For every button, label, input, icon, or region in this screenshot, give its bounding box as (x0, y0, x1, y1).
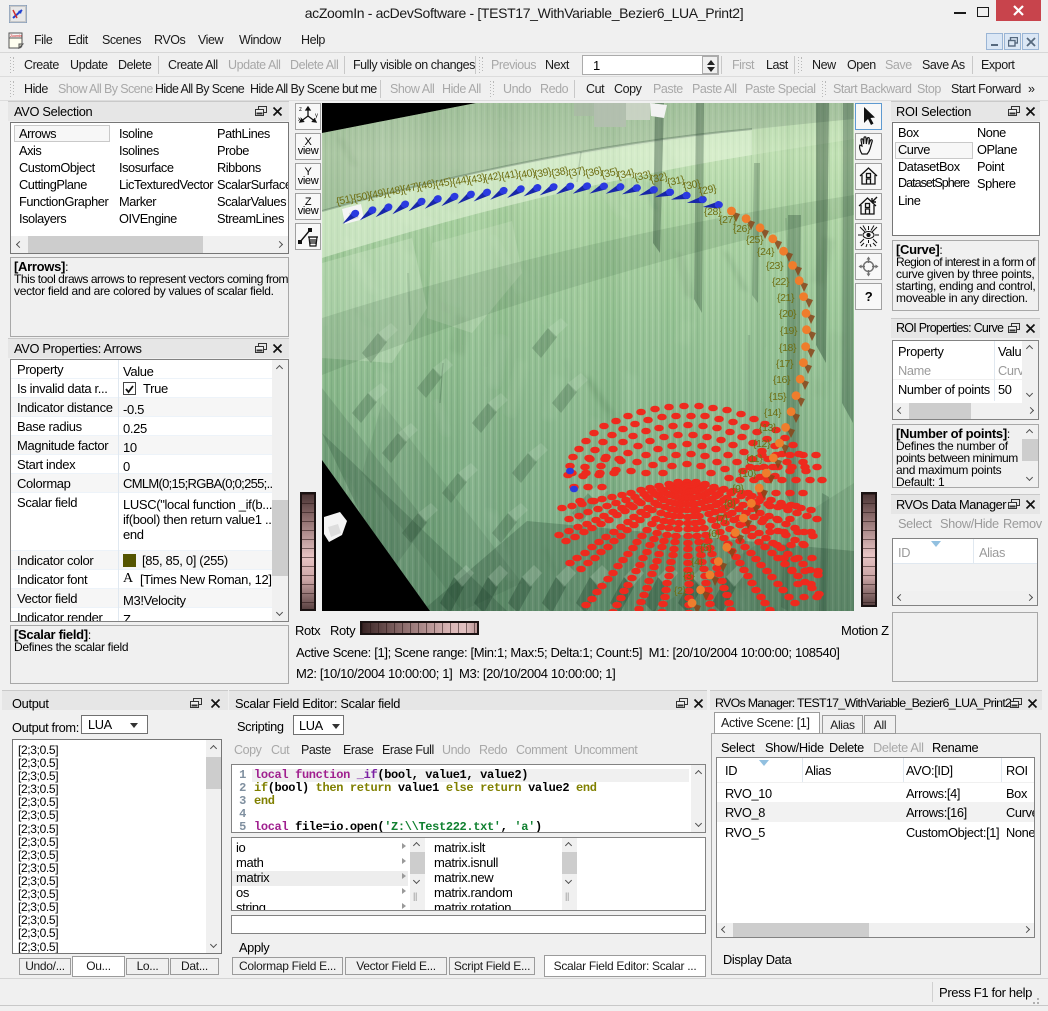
svg-text:{5}: {5} (700, 542, 713, 554)
svg-text:{4}: {4} (691, 556, 704, 568)
svg-text:{10}: {10} (739, 468, 757, 480)
svg-text:{18}: {18} (779, 342, 797, 354)
svg-text:z: z (299, 107, 302, 113)
svg-text:{22}: {22} (772, 276, 790, 288)
svg-text:{15}: {15} (769, 391, 787, 403)
svg-text:ZoomIn: ZoomIn (10, 33, 22, 38)
svg-text:{7}: {7} (716, 513, 729, 525)
svg-text:{25}: {25} (746, 234, 764, 246)
svg-text:{13}: {13} (759, 422, 777, 434)
svg-text:{11}: {11} (746, 453, 763, 465)
svg-text:{24}: {24} (757, 246, 775, 258)
svg-text:{19}: {19} (780, 325, 798, 337)
svg-text:{9}: {9} (732, 483, 745, 495)
svg-text:{16}: {16} (773, 374, 791, 386)
svg-text:{21}: {21} (777, 292, 795, 304)
svg-text:{12}: {12} (753, 438, 771, 450)
svg-text:{14}: {14} (764, 407, 782, 419)
svg-text:{8}: {8} (724, 498, 737, 510)
svg-text:{3}: {3} (683, 570, 696, 582)
svg-text:x: x (298, 117, 301, 123)
svg-text:{20}: {20} (779, 308, 797, 320)
svg-text:{23}: {23} (766, 260, 784, 272)
svg-text:{6}: {6} (708, 528, 721, 540)
svg-text:y: y (315, 113, 318, 119)
svg-text:{17}: {17} (776, 358, 794, 370)
svg-text:{2}: {2} (674, 585, 687, 597)
